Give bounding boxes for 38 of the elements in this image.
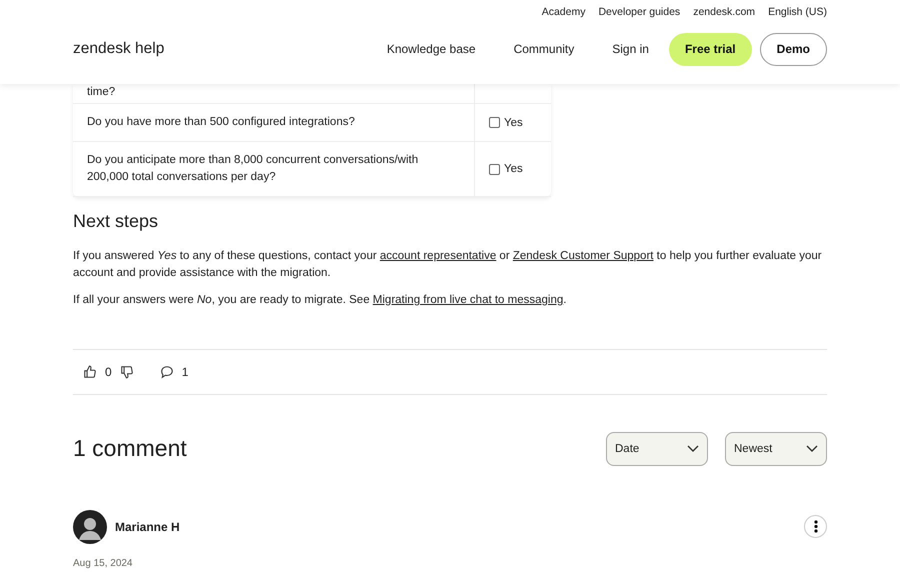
question-cell: Do you have more than 500 configured integrations? [73, 104, 475, 141]
nav-link[interactable]: Sign in [612, 42, 649, 56]
more-options-button[interactable] [804, 515, 827, 538]
comment-date: Aug 15, 2024 [73, 558, 134, 568]
paragraph: If all your answers were No, you are ready to migrate. See Migrating from live chat to messaging. [73, 293, 568, 308]
author-name: Marianne H [115, 520, 181, 534]
free-trial-button[interactable]: Free trial [668, 32, 752, 66]
sort-dropdown[interactable]: Date [606, 432, 708, 466]
section-heading: Next steps [73, 211, 160, 232]
comment-icon[interactable] [160, 364, 174, 378]
paragraph: If you answered Yes to any of these questions, contact your account representative or Zendesk Customer Support to help you further evaluate your account and provide assistance with the migration. [73, 249, 823, 280]
top-link[interactable]: Developer guides [598, 6, 680, 30]
logo[interactable]: zendesk help [73, 40, 387, 58]
comment-count: 1 [182, 364, 188, 378]
top-link[interactable]: Academy [542, 6, 586, 30]
checkbox[interactable] [489, 117, 500, 128]
comments-heading: 1 comment [73, 435, 188, 462]
avatar [73, 510, 107, 544]
chevron-down-icon [806, 444, 818, 452]
checkbox-label: Yes [504, 116, 523, 128]
text-link[interactable]: Migrating from live chat to messaging [372, 294, 564, 306]
checkbox-label: Yes [504, 163, 523, 175]
more-icon [814, 520, 818, 533]
question-cell: Do you anticipate more than 8,000 concurrent conversations/with 200,000 total conversations per day? [73, 142, 475, 196]
text-link[interactable]: Zendesk Customer Support [512, 250, 654, 262]
text-link[interactable]: account representative [380, 250, 496, 262]
top-link[interactable]: zendesk.com [693, 6, 756, 30]
thumbs-down-icon[interactable] [120, 364, 134, 378]
nav-link[interactable]: Community [514, 42, 574, 56]
nav-link[interactable]: Knowledge base [386, 42, 476, 56]
vote-count: 0 [105, 364, 112, 378]
question-cell: time? [73, 84, 475, 103]
thumbs-up-icon[interactable] [83, 364, 97, 378]
top-link[interactable]: English (US) [768, 6, 827, 30]
chevron-down-icon [687, 444, 699, 452]
sort-dropdown[interactable]: Newest [725, 432, 827, 466]
demo-button[interactable]: Demo [760, 32, 827, 66]
checkbox[interactable] [489, 164, 500, 174]
